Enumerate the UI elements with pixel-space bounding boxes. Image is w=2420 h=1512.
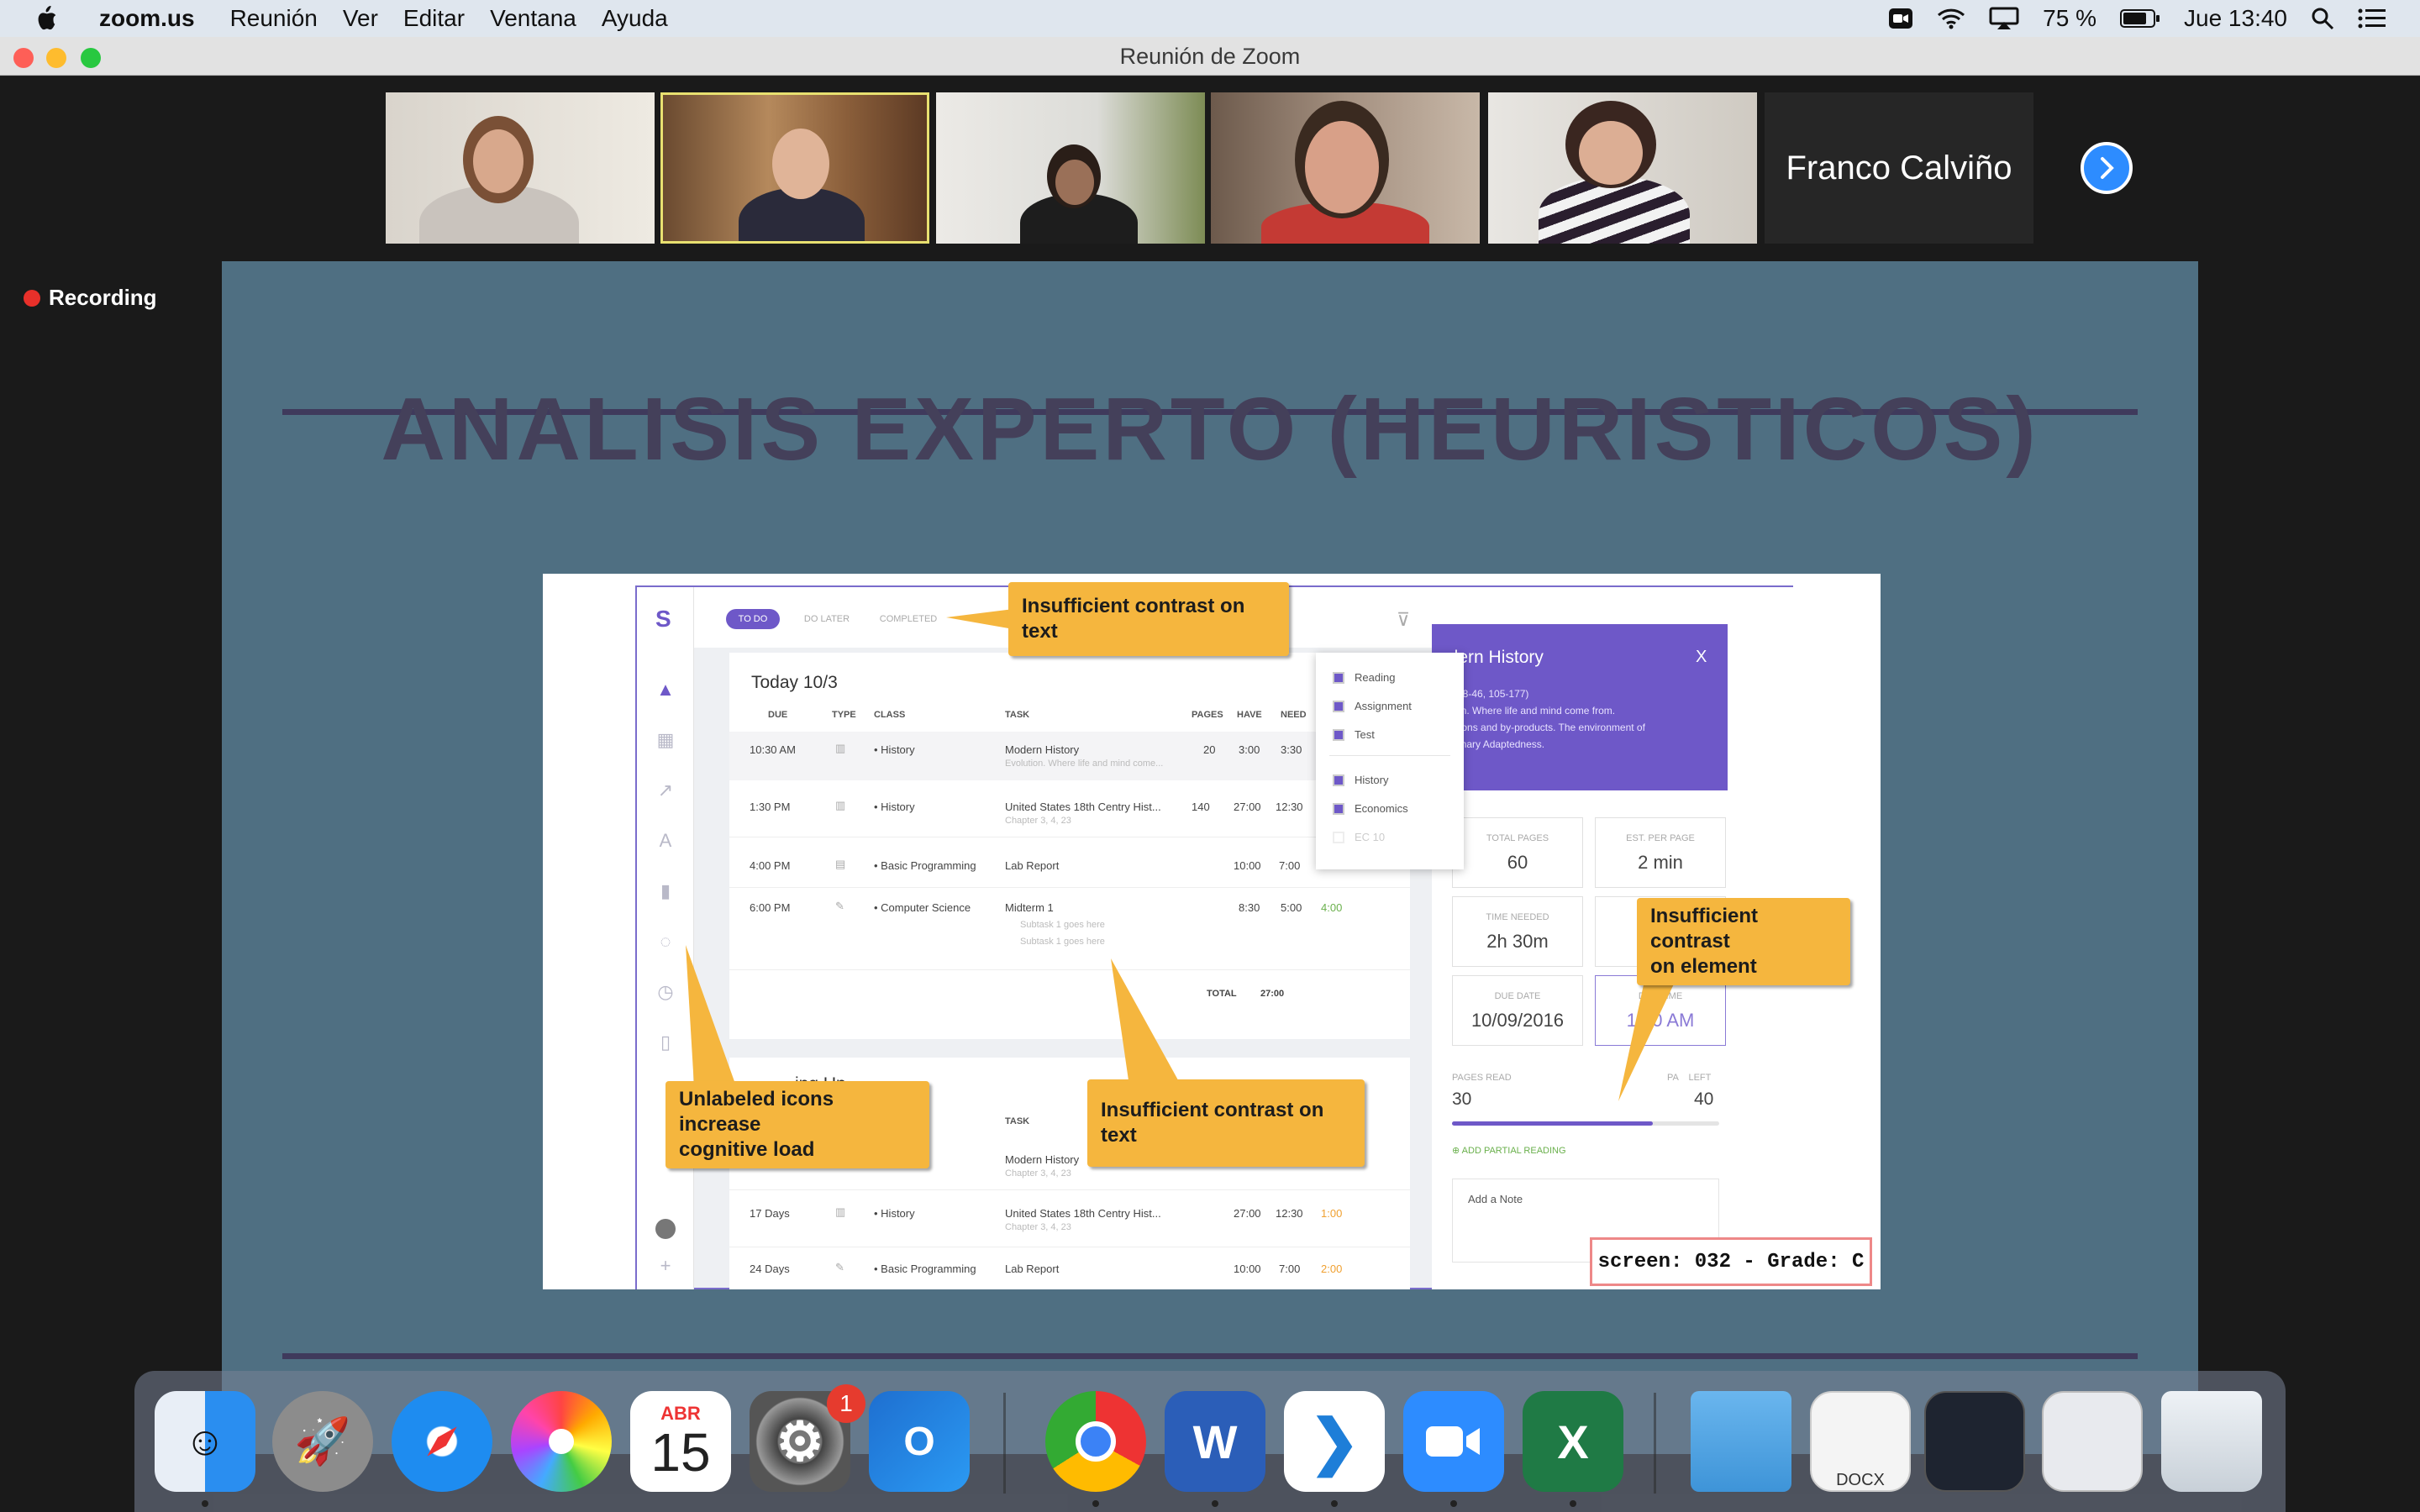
safari-icon[interactable] (392, 1391, 492, 1492)
running-indicator (1331, 1500, 1338, 1507)
app-menu[interactable]: zoom.us (99, 5, 195, 32)
chrome-center (1076, 1421, 1116, 1462)
calendar-app-icon[interactable]: ABR 15 (630, 1391, 731, 1492)
callout-text: Insufficient contrast on text (1101, 1099, 1324, 1147)
menu-bar: zoom.us Reunión Ver Editar Ventana Ayuda… (0, 0, 2420, 37)
callout-text: Insufficient contrast (1650, 905, 1759, 953)
window-title: Reunión de Zoom (1119, 44, 1301, 69)
close-window-button[interactable] (13, 48, 34, 68)
participant-video-2-active-speaker[interactable] (660, 92, 929, 244)
vscode-icon[interactable]: ❯ (1284, 1391, 1385, 1492)
excel-icon[interactable]: X (1523, 1391, 1623, 1492)
photos-center (549, 1429, 574, 1454)
slide-title: ANALISIS EXPERTO (HEURISTICOS) (381, 380, 2039, 479)
recording-indicator[interactable]: Recording (24, 285, 157, 311)
menu-editar[interactable]: Editar (403, 5, 465, 32)
participant-video-3[interactable] (936, 92, 1205, 244)
docx-file-icon[interactable]: DOCX (1810, 1391, 1911, 1492)
callout-unlabeled-icons: Unlabeled icons increase cognitive load (666, 1081, 929, 1168)
callout-contrast-text-bottom: Insufficient contrast on text (1087, 1079, 1365, 1167)
shared-screen-slide: ANALISIS EXPERTO (HEURISTICOS) S ▲ ▦ ↗ A… (222, 261, 2198, 1454)
callout-pointer-1 (946, 609, 1013, 629)
battery-percent: 75 % (2043, 5, 2096, 31)
participant-video-1[interactable] (386, 92, 655, 244)
spotlight-search-icon[interactable] (2311, 7, 2334, 30)
zoom-status-icon[interactable] (1888, 8, 1913, 29)
participant-video-5[interactable] (1488, 92, 1757, 244)
running-indicator (1092, 1500, 1099, 1507)
zoom-app-icon[interactable] (1403, 1391, 1504, 1492)
recording-dot-icon (24, 289, 40, 307)
recording-label: Recording (49, 285, 157, 310)
callout-pointer-2 (1618, 977, 1677, 1101)
dock-separator (1003, 1393, 1006, 1494)
wifi-icon[interactable] (1937, 8, 1965, 29)
grade-label: screen: 032 - Grade: C (1590, 1237, 1872, 1286)
trash-icon[interactable] (2161, 1391, 2262, 1492)
slide-divider-bottom (282, 1353, 2138, 1359)
callout-text: on element (1650, 955, 1757, 978)
dock: ☺ 🚀 ABR 15 ⚙ 1 O W ❯ X DOCX (134, 1371, 2286, 1512)
callout-pointer-4 (1111, 958, 1181, 1086)
callout-text: Unlabeled icons increase (679, 1088, 834, 1136)
control-center-icon[interactable] (2358, 8, 2386, 29)
window-title-bar: Reunión de Zoom (0, 37, 2420, 76)
chevron-right-icon (2101, 157, 2114, 179)
terminal-window-thumbnail[interactable] (1924, 1391, 2025, 1492)
running-indicator (1450, 1500, 1457, 1507)
outlook-icon[interactable]: O (869, 1391, 970, 1492)
notification-badge: 1 (827, 1384, 865, 1423)
participant-name: Franco Calviño (1786, 149, 2012, 186)
clock[interactable]: Jue 13:40 (2184, 5, 2287, 32)
finder-icon[interactable]: ☺ (155, 1391, 255, 1492)
fullscreen-window-button[interactable] (81, 48, 101, 68)
minimize-window-button[interactable] (46, 48, 66, 68)
menu-ayuda[interactable]: Ayuda (602, 5, 668, 32)
battery-icon[interactable] (2120, 8, 2160, 29)
running-indicator (202, 1500, 208, 1507)
compass-icon (427, 1426, 457, 1457)
zoom-meeting-window: Franco Calviño Recording ANALISIS EXPERT… (0, 76, 2420, 1512)
app-screenshot: S ▲ ▦ ↗ A ▮ ◌ ◷ ▯ + TO DO DO LATER COMPL… (543, 574, 1881, 1289)
menu-ventana[interactable]: Ventana (490, 5, 576, 32)
launchpad-icon[interactable]: 🚀 (272, 1391, 373, 1492)
photos-icon[interactable] (511, 1391, 612, 1492)
docx-label: DOCX (1836, 1471, 1885, 1489)
callout-contrast-text-top: Insufficient contrast on text (1008, 582, 1289, 656)
browser-window-thumbnail[interactable] (2042, 1391, 2143, 1492)
chrome-icon[interactable] (1045, 1391, 1146, 1492)
next-participants-button[interactable] (2081, 142, 2133, 194)
callout-text: cognitive load (679, 1138, 815, 1161)
callout-pointer-3 (686, 945, 736, 1086)
participant-video-4[interactable] (1211, 92, 1480, 244)
participant-name-tile[interactable]: Franco Calviño (1765, 92, 2033, 244)
dock-separator (1654, 1393, 1656, 1494)
menu-ver[interactable]: Ver (343, 5, 378, 32)
running-indicator (1212, 1500, 1218, 1507)
camera-icon (1426, 1426, 1480, 1457)
apple-menu-icon[interactable] (34, 5, 59, 32)
menu-reunion[interactable]: Reunión (230, 5, 318, 32)
running-indicator (1570, 1500, 1576, 1507)
callout-text: Insufficient contrast on text (1022, 595, 1245, 643)
airplay-icon[interactable] (1989, 7, 2019, 30)
word-icon[interactable]: W (1165, 1391, 1265, 1492)
callout-contrast-element: Insufficient contrast on element (1637, 898, 1850, 985)
folder-icon[interactable] (1691, 1391, 1791, 1492)
calendar-day: 15 (650, 1422, 711, 1483)
